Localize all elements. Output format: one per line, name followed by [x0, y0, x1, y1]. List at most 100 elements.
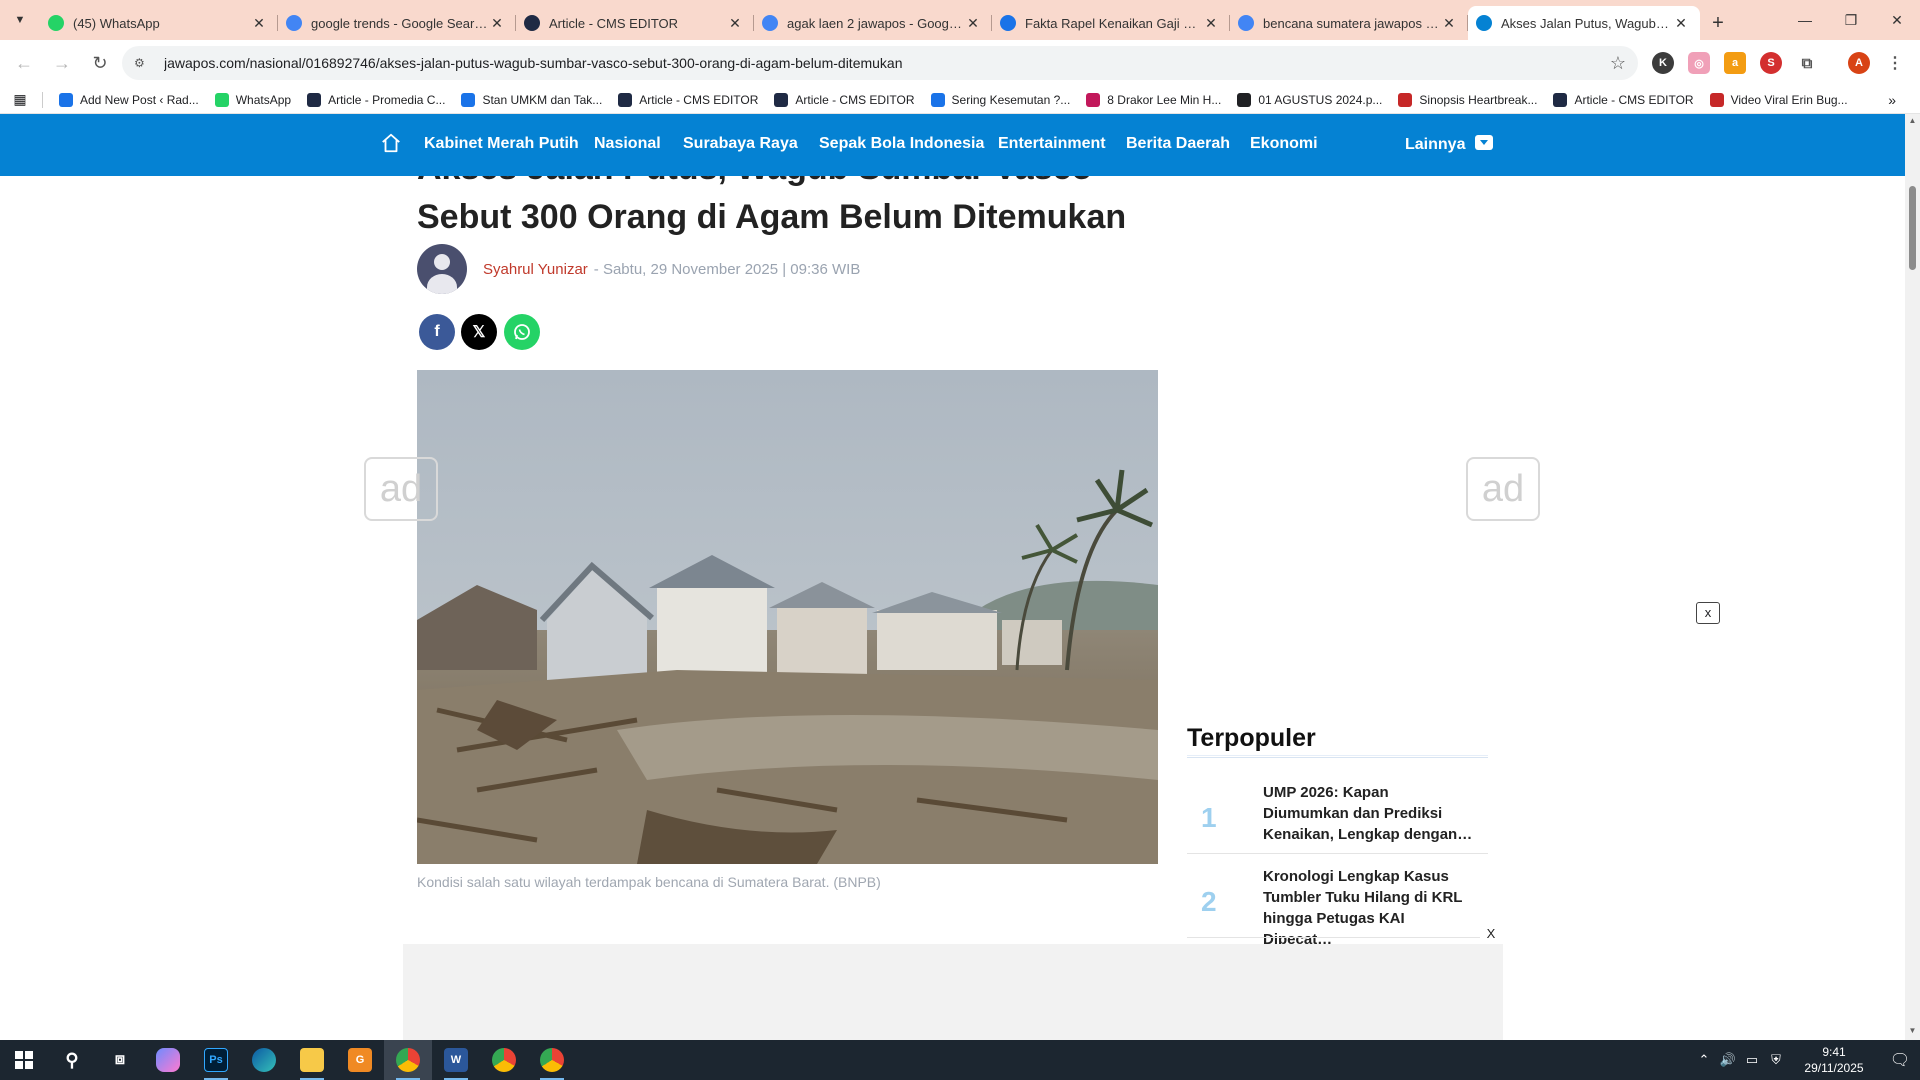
- nav-item-ekonomi[interactable]: Ekonomi: [1250, 135, 1318, 153]
- ad-close-button[interactable]: x: [1696, 602, 1720, 624]
- popular-title[interactable]: UMP 2026: Kapan Diumumkan dan Prediksi K…: [1263, 782, 1478, 845]
- bookmark-star-icon[interactable]: ☆: [1610, 53, 1626, 74]
- word-button[interactable]: W: [432, 1040, 480, 1080]
- nav-item-lainnya[interactable]: Lainnya: [1405, 135, 1494, 154]
- tab-title: (45) WhatsApp: [73, 15, 160, 31]
- security-shield-icon[interactable]: ⛨: [1764, 1052, 1788, 1068]
- system-clock[interactable]: 9:41 29/11/2025: [1794, 1044, 1874, 1076]
- bookmark-item[interactable]: WhatsApp: [207, 92, 299, 107]
- share-facebook-button[interactable]: f: [419, 314, 455, 350]
- chrome-profile-button[interactable]: [384, 1040, 432, 1080]
- tab-title: bencana sumatera jawapos - Go: [1263, 15, 1440, 31]
- notification-icon[interactable]: 🗨: [1880, 1050, 1920, 1070]
- scroll-down-icon[interactable]: ▼: [1908, 1026, 1917, 1035]
- bookmark-item[interactable]: 8 Drakor Lee Min H...: [1078, 92, 1229, 107]
- tab-close-icon[interactable]: ✕: [726, 15, 744, 32]
- minimize-button[interactable]: —: [1782, 0, 1828, 40]
- tab-close-icon[interactable]: ✕: [1440, 15, 1458, 32]
- back-button[interactable]: ←: [6, 45, 42, 81]
- folder-icon: [300, 1048, 324, 1072]
- share-x-button[interactable]: 𝕏: [461, 314, 497, 350]
- author-avatar[interactable]: [417, 244, 467, 294]
- extension-instagram-icon[interactable]: ◎: [1688, 52, 1710, 74]
- bookmark-label: WhatsApp: [235, 92, 292, 107]
- bookmark-item[interactable]: Article - CMS EDITOR: [610, 92, 766, 107]
- bookmark-item[interactable]: Stan UMKM dan Tak...: [453, 92, 610, 107]
- browser-tab[interactable]: (45) WhatsApp ✕: [40, 6, 278, 40]
- apps-grid-icon[interactable]: ▦: [0, 91, 40, 108]
- bookmark-item[interactable]: Article - Promedia C...: [299, 92, 453, 107]
- close-window-button[interactable]: ✕: [1874, 0, 1920, 40]
- nav-item-berita-daerah[interactable]: Berita Daerah: [1126, 135, 1230, 153]
- url-text: jawapos.com/nasional/016892746/akses-jal…: [164, 55, 903, 71]
- nav-item-nasional[interactable]: Nasional: [594, 135, 661, 153]
- tab-search-button[interactable]: ▼: [0, 0, 40, 40]
- bookmark-favicon-icon: [1553, 92, 1568, 107]
- reload-button[interactable]: ↻: [82, 45, 118, 81]
- bookmark-label: Article - CMS EDITOR: [1574, 92, 1694, 107]
- page-scrollbar[interactable]: ▲ ▼: [1905, 114, 1920, 1040]
- tab-close-icon[interactable]: ✕: [488, 15, 506, 32]
- bookmark-item[interactable]: Article - CMS EDITOR: [1545, 92, 1701, 107]
- share-whatsapp-button[interactable]: [504, 314, 540, 350]
- bookmark-label: Sinopsis Heartbreak...: [1419, 92, 1538, 107]
- restore-button[interactable]: ❐: [1828, 0, 1874, 40]
- start-button[interactable]: [0, 1040, 48, 1080]
- nav-item-entertainment[interactable]: Entertainment: [998, 135, 1106, 153]
- tab-close-icon[interactable]: ✕: [1672, 15, 1690, 32]
- edge-button[interactable]: [240, 1040, 288, 1080]
- profile-avatar[interactable]: A: [1848, 52, 1870, 74]
- chrome-button[interactable]: [480, 1040, 528, 1080]
- bookmark-item[interactable]: Add New Post ‹ Rad...: [51, 92, 207, 107]
- forward-button[interactable]: →: [44, 45, 80, 81]
- browser-tab[interactable]: agak laen 2 jawapos - Google S ✕: [754, 6, 992, 40]
- chevron-up-icon[interactable]: ⌃: [1692, 1052, 1716, 1068]
- bottom-ad-banner[interactable]: [403, 944, 1503, 1040]
- volume-icon[interactable]: 🔊: [1716, 1052, 1740, 1068]
- file-explorer-button[interactable]: [288, 1040, 336, 1080]
- bookmark-item[interactable]: Article - CMS EDITOR: [766, 92, 922, 107]
- browser-tab[interactable]: bencana sumatera jawapos - Go ✕: [1230, 6, 1468, 40]
- search-button[interactable]: ⚲: [48, 1040, 96, 1080]
- address-bar[interactable]: ⚙ jawapos.com/nasional/016892746/akses-j…: [122, 46, 1638, 80]
- tab-close-icon[interactable]: ✕: [1202, 15, 1220, 32]
- browser-tab[interactable]: Akses Jalan Putus, Wagub Sum ✕: [1468, 6, 1700, 40]
- bookmark-label: 01 AGUSTUS 2024.p...: [1258, 92, 1383, 107]
- home-icon[interactable]: [380, 132, 402, 154]
- photoshop-button[interactable]: Ps: [192, 1040, 240, 1080]
- ad-placeholder-left[interactable]: ad: [364, 457, 438, 521]
- bookmark-item[interactable]: 01 AGUSTUS 2024.p...: [1229, 92, 1390, 107]
- bottom-ad-close-button[interactable]: X: [1480, 924, 1502, 944]
- nav-item-kabinet[interactable]: Kabinet Merah Putih: [424, 135, 579, 153]
- bookmark-item[interactable]: Sering Kesemutan ?...: [923, 92, 1079, 107]
- ad-placeholder-right[interactable]: ad: [1466, 457, 1540, 521]
- nav-item-surabaya[interactable]: Surabaya Raya: [683, 135, 798, 153]
- new-tab-button[interactable]: +: [1700, 6, 1736, 40]
- nav-item-sepak-bola[interactable]: Sepak Bola Indonesia: [819, 135, 984, 153]
- publish-date: - Sabtu, 29 November 2025 | 09:36 WIB: [593, 260, 861, 278]
- article-hero-image[interactable]: [417, 370, 1158, 864]
- extension-k-icon[interactable]: K: [1652, 52, 1674, 74]
- bookmark-item[interactable]: Sinopsis Heartbreak...: [1390, 92, 1545, 107]
- task-view-icon: ⧈: [114, 1051, 126, 1068]
- task-view-button[interactable]: ⧈: [96, 1040, 144, 1080]
- browser-tab[interactable]: Article - CMS EDITOR ✕: [516, 6, 754, 40]
- site-info-icon[interactable]: ⚙: [134, 56, 152, 70]
- browser-tab[interactable]: Fakta Rapel Kenaikan Gaji Pens ✕: [992, 6, 1230, 40]
- tab-close-icon[interactable]: ✕: [964, 15, 982, 32]
- browser-tab[interactable]: google trends - Google Search ✕: [278, 6, 516, 40]
- author-name[interactable]: Syahrul Yunizar: [483, 261, 588, 278]
- scroll-up-icon[interactable]: ▲: [1908, 116, 1917, 125]
- chevron-double-right-icon[interactable]: »: [1888, 92, 1896, 108]
- extension-s-icon[interactable]: S: [1760, 52, 1782, 74]
- menu-kebab-icon[interactable]: ⋮: [1884, 52, 1906, 74]
- network-icon[interactable]: ▭: [1740, 1052, 1764, 1068]
- copilot-button[interactable]: [144, 1040, 192, 1080]
- tab-close-icon[interactable]: ✕: [250, 15, 268, 32]
- app-orange-button[interactable]: G: [336, 1040, 384, 1080]
- extensions-puzzle-icon[interactable]: ⧉: [1796, 52, 1818, 74]
- bookmark-item[interactable]: Video Viral Erin Bug...: [1702, 92, 1856, 107]
- extension-a-icon[interactable]: a: [1724, 52, 1746, 74]
- scroll-thumb[interactable]: [1909, 186, 1916, 270]
- chrome-alt-button[interactable]: [528, 1040, 576, 1080]
